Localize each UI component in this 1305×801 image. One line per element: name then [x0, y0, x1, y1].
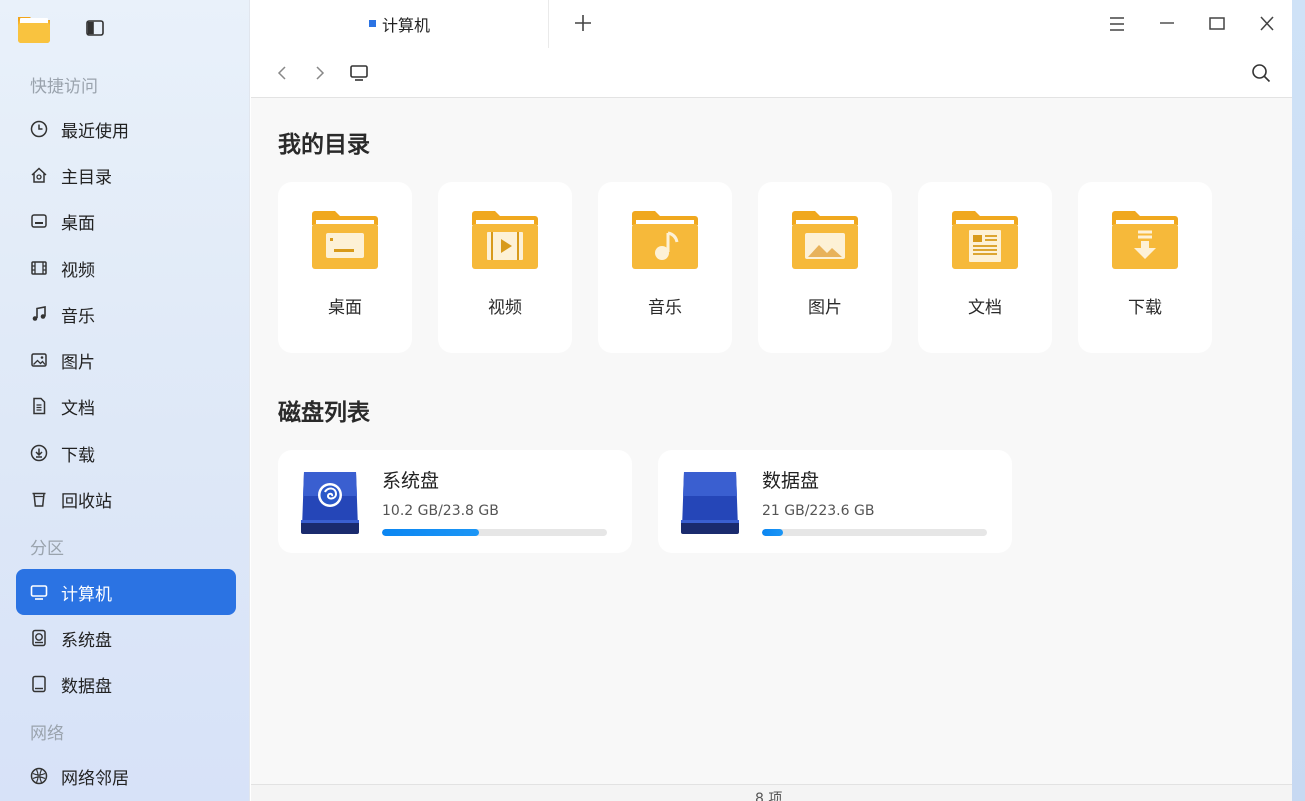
dir-label: 图片: [808, 298, 842, 318]
file-manager-window: 快捷访问 最近使用 主目录 桌面 视频 音乐 图片 文档 下载 回收站 分区 计…: [0, 0, 1292, 801]
sidebar-item-label: 主目录: [61, 167, 112, 188]
sidebar-item-label: 文档: [61, 398, 95, 419]
disk-card-data[interactable]: 数据盘 21 GB/223.6 GB: [658, 450, 1012, 553]
downloads-folder-icon: [1112, 211, 1178, 269]
add-tab-icon[interactable]: [572, 12, 594, 34]
dir-label: 音乐: [648, 298, 682, 318]
system-drive-icon: [301, 472, 359, 534]
pictures-folder-icon: [792, 211, 858, 269]
data-disk-icon: [30, 675, 48, 693]
sidebar-item-downloads[interactable]: 下载: [16, 430, 236, 476]
sidebar-item-label: 计算机: [61, 584, 112, 605]
disk-usage-bar: [762, 529, 987, 536]
computer-icon: [30, 583, 48, 601]
disk-usage-bar: [382, 529, 607, 536]
tab-active-indicator: [368, 19, 376, 27]
disk-list-title: 磁盘列表: [278, 400, 370, 426]
sidebar-item-videos[interactable]: 视频: [16, 245, 236, 291]
section-quick-access: 快捷访问: [30, 77, 98, 97]
status-bar: 8 项: [251, 784, 1292, 801]
dir-card-videos[interactable]: 视频: [438, 182, 572, 353]
tab-label: 计算机: [381, 16, 430, 35]
sidebar-item-recent[interactable]: 最近使用: [16, 106, 236, 152]
disk-name: 系统盘: [382, 470, 440, 492]
sidebar-item-system-disk[interactable]: 系统盘: [16, 615, 236, 661]
sidebar-item-pictures[interactable]: 图片: [16, 337, 236, 383]
app-logo-icon: [18, 17, 50, 43]
my-directories-title: 我的目录: [278, 132, 370, 158]
section-partitions: 分区: [30, 539, 64, 559]
disk-usage-fill: [382, 529, 479, 536]
sidebar-item-label: 视频: [61, 260, 95, 281]
search-icon[interactable]: [1251, 63, 1271, 83]
disk-usage-fill: [762, 529, 784, 536]
video-folder-icon: [472, 211, 538, 269]
section-network: 网络: [30, 724, 64, 744]
tab-computer[interactable]: 计算机: [251, 0, 549, 48]
document-icon: [30, 397, 48, 415]
home-icon: [30, 166, 48, 184]
sidebar-item-computer[interactable]: 计算机: [16, 569, 236, 615]
sidebar-item-desktop[interactable]: 桌面: [16, 198, 236, 244]
maximize-icon[interactable]: [1207, 14, 1227, 34]
desktop-background: [1292, 0, 1305, 801]
sidebar-item-label: 桌面: [61, 213, 95, 234]
documents-folder-icon: [952, 211, 1018, 269]
sidebar-item-trash[interactable]: 回收站: [16, 476, 236, 522]
navigation-bar: [251, 48, 1292, 98]
dir-card-desktop[interactable]: 桌面: [278, 182, 412, 353]
system-disk-icon: [30, 629, 48, 647]
sidebar-toggle-icon[interactable]: [86, 20, 104, 36]
trash-icon: [30, 490, 48, 508]
film-icon: [30, 259, 48, 277]
desktop-folder-icon: [312, 211, 378, 269]
sidebar-item-label: 网络邻居: [61, 768, 129, 789]
back-icon[interactable]: [275, 65, 289, 81]
dir-label: 桌面: [328, 298, 362, 318]
disk-name: 数据盘: [762, 470, 820, 492]
network-icon: [30, 767, 48, 785]
forward-icon[interactable]: [313, 65, 327, 81]
music-note-icon: [30, 305, 48, 323]
sidebar-item-label: 回收站: [61, 491, 112, 512]
main-area: 计算机 我的目录 桌面 视频 音乐 图片 文档 下载 磁盘列表 系统盘 10.2…: [251, 0, 1292, 801]
computer-view: 我的目录 桌面 视频 音乐 图片 文档 下载 磁盘列表 系统盘 10.2 GB/…: [251, 99, 1292, 784]
sidebar-item-data-disk[interactable]: 数据盘: [16, 661, 236, 707]
title-bar: 计算机: [251, 0, 1292, 48]
sidebar: 快捷访问 最近使用 主目录 桌面 视频 音乐 图片 文档 下载 回收站 分区 计…: [0, 0, 250, 801]
dir-card-pictures[interactable]: 图片: [758, 182, 892, 353]
sidebar-item-home[interactable]: 主目录: [16, 152, 236, 198]
sidebar-item-label: 图片: [61, 352, 95, 373]
sidebar-item-network[interactable]: 网络邻居: [16, 753, 236, 799]
dir-card-documents[interactable]: 文档: [918, 182, 1052, 353]
disk-size: 10.2 GB/23.8 GB: [382, 503, 499, 519]
dir-card-music[interactable]: 音乐: [598, 182, 732, 353]
sidebar-header: [0, 0, 249, 56]
dir-label: 下载: [1128, 298, 1162, 318]
sidebar-item-label: 最近使用: [61, 121, 129, 142]
menu-icon[interactable]: [1107, 14, 1127, 34]
minimize-icon[interactable]: [1157, 14, 1177, 34]
sidebar-item-documents[interactable]: 文档: [16, 383, 236, 429]
image-icon: [30, 351, 48, 369]
disk-size: 21 GB/223.6 GB: [762, 503, 875, 519]
dir-card-downloads[interactable]: 下载: [1078, 182, 1212, 353]
music-folder-icon: [632, 211, 698, 269]
item-count: 8 项: [755, 791, 783, 801]
sidebar-item-label: 下载: [61, 445, 95, 466]
computer-breadcrumb-icon[interactable]: [349, 64, 369, 82]
data-drive-icon: [681, 472, 739, 534]
close-icon[interactable]: [1257, 14, 1277, 34]
sidebar-item-label: 音乐: [61, 306, 95, 327]
download-icon: [30, 444, 48, 462]
dir-label: 文档: [968, 298, 1002, 318]
clock-icon: [30, 120, 48, 138]
dir-label: 视频: [488, 298, 522, 318]
desktop-icon: [30, 212, 48, 230]
disk-card-system[interactable]: 系统盘 10.2 GB/23.8 GB: [278, 450, 632, 553]
sidebar-item-label: 系统盘: [61, 630, 112, 651]
sidebar-item-music[interactable]: 音乐: [16, 291, 236, 337]
sidebar-item-label: 数据盘: [61, 676, 112, 697]
